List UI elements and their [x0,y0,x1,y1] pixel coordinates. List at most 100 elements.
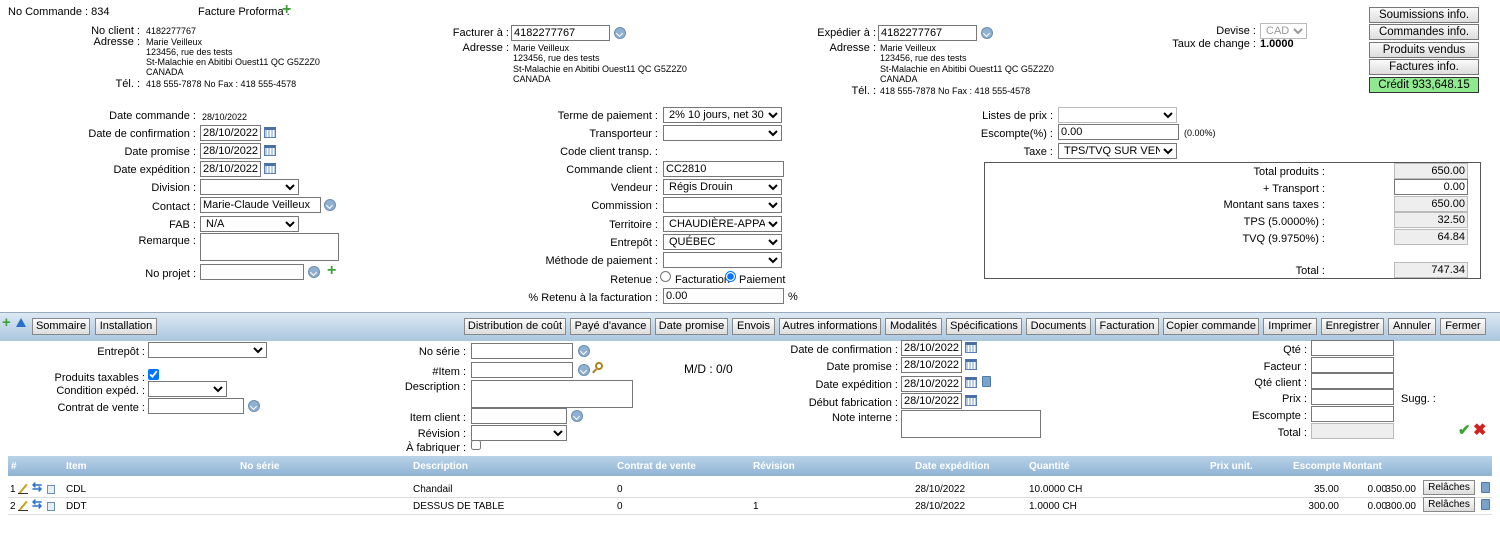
qte-input[interactable] [1311,340,1394,356]
transport-input[interactable] [1394,179,1468,195]
territoire-select[interactable]: CHAUDIÈRE-APPALACHES [663,216,782,232]
projet-lookup-icon[interactable] [308,266,320,278]
enregistrer-button[interactable]: Enregistrer [1321,318,1384,335]
commission-select[interactable] [663,197,782,213]
vendeur-select[interactable]: Régis Drouin [663,179,782,195]
facturer-input[interactable] [511,25,610,41]
edit-icon[interactable] [18,501,28,511]
copy-icon[interactable] [47,502,55,511]
tab-sommaire[interactable]: Sommaire [32,318,90,335]
fermer-button[interactable]: Fermer [1440,318,1486,335]
transporteur-select[interactable] [663,125,782,141]
calendar-icon[interactable] [264,163,276,174]
calendar-icon[interactable] [965,395,977,406]
entrepot-select[interactable]: QUÉBEC [663,234,782,250]
calendar-icon[interactable] [965,359,977,370]
contrat-vente-input[interactable] [148,398,244,414]
add-projet-icon[interactable]: + [327,263,336,279]
item-lookup-icon[interactable] [578,364,590,376]
facturer-lookup-icon[interactable] [614,27,626,39]
contact-input[interactable] [200,197,321,213]
calendar-icon[interactable] [965,342,977,353]
commande-client-input[interactable] [663,161,784,177]
item-entrepot-select[interactable] [148,342,267,358]
calendar-icon[interactable] [965,377,977,388]
revision-select[interactable] [471,425,567,441]
envois-button[interactable]: Envois [732,318,775,335]
fab-select[interactable]: N/A [200,216,299,232]
produits-vendus-button[interactable]: Produits vendus [1369,42,1479,58]
trash-icon[interactable] [1481,499,1490,510]
pct-retenu-input[interactable] [663,288,784,304]
condition-expedition-select[interactable] [148,381,227,397]
add-proforma-icon[interactable]: + [282,2,291,18]
remarque-textarea[interactable] [200,233,339,261]
description-textarea[interactable] [471,380,633,408]
retenue-facturation-radio[interactable] [660,271,671,282]
item-client-input[interactable] [471,408,567,424]
copier-commande-button[interactable]: Copier commande [1163,318,1259,335]
soumissions-info-button[interactable]: Soumissions info. [1369,7,1479,23]
factures-info-button[interactable]: Factures info. [1369,59,1479,75]
devise-select[interactable]: CAD [1260,23,1307,39]
edit-icon[interactable] [18,484,28,494]
copy-icon[interactable] [47,485,55,494]
confirm-check-icon[interactable]: ✔ [1458,421,1471,439]
date-promise-input[interactable] [200,143,261,159]
a-fabriquer-checkbox[interactable] [471,440,481,450]
relaches-button[interactable]: Relâches [1423,497,1475,512]
table-row[interactable] [8,497,1492,515]
facturation-button[interactable]: Facturation [1095,318,1159,335]
annuler-button[interactable]: Annuler [1388,318,1436,335]
modalites-button[interactable]: Modalités [885,318,942,335]
methode-paiement-select[interactable] [663,252,782,268]
refresh-icon[interactable]: ⇆ [32,480,42,494]
date-expedition-input[interactable] [200,161,261,177]
documents-button[interactable]: Documents [1026,318,1091,335]
trash-icon[interactable] [982,376,991,387]
retenue-paiement-radio[interactable] [725,271,736,282]
imprimer-button[interactable]: Imprimer [1263,318,1317,335]
specifications-button[interactable]: Spécifications [946,318,1022,335]
no-serie-input[interactable] [471,343,573,359]
item-input[interactable] [471,362,573,378]
note-interne-textarea[interactable] [901,410,1041,438]
cancel-x-icon[interactable]: ✖ [1473,420,1486,440]
distribution-cout-button[interactable]: Distribution de coût [464,318,566,335]
item-escompte-input[interactable] [1311,406,1394,422]
item-client-lookup-icon[interactable] [571,410,583,422]
trash-icon[interactable] [1481,482,1490,493]
arrow-up-icon[interactable] [16,318,26,327]
contact-lookup-icon[interactable] [324,199,336,211]
item-date-expedition-input[interactable] [901,376,962,392]
division-select[interactable] [200,179,299,195]
expedier-lookup-icon[interactable] [981,27,993,39]
date-promise-button[interactable]: Date promise [655,318,728,335]
autres-informations-button[interactable]: Autres informations [779,318,881,335]
qte-client-input[interactable] [1311,373,1394,389]
paye-avance-button[interactable]: Payé d'avance [570,318,651,335]
facteur-input[interactable] [1311,357,1394,373]
relaches-button[interactable]: Relâches [1423,480,1475,495]
date-confirmation-input[interactable] [200,125,261,141]
taxe-select[interactable]: TPS/TVQ SUR VENTES [1058,143,1177,159]
terme-select[interactable]: 2% 10 jours, net 30 jours [663,107,782,123]
credit-button[interactable]: Crédit 933,648.15 [1369,77,1479,93]
debut-fabrication-input[interactable] [901,393,962,409]
item-date-promise-input[interactable] [901,357,962,373]
commandes-info-button[interactable]: Commandes info. [1369,24,1479,40]
contrat-lookup-icon[interactable] [248,400,260,412]
listes-prix-select[interactable] [1058,107,1177,123]
prix-input[interactable] [1311,389,1394,405]
produits-taxables-checkbox[interactable] [148,369,159,380]
calendar-icon[interactable] [264,145,276,156]
expedier-input[interactable] [878,25,977,41]
item-date-confirmation-input[interactable] [901,340,962,356]
no-serie-lookup-icon[interactable] [578,345,590,357]
refresh-icon[interactable]: ⇆ [32,497,42,511]
calendar-icon[interactable] [264,127,276,138]
tab-installation[interactable]: Installation [95,318,157,335]
add-line-icon[interactable]: + [2,315,11,330]
escompte-input[interactable] [1058,124,1179,140]
no-projet-input[interactable] [200,264,304,280]
